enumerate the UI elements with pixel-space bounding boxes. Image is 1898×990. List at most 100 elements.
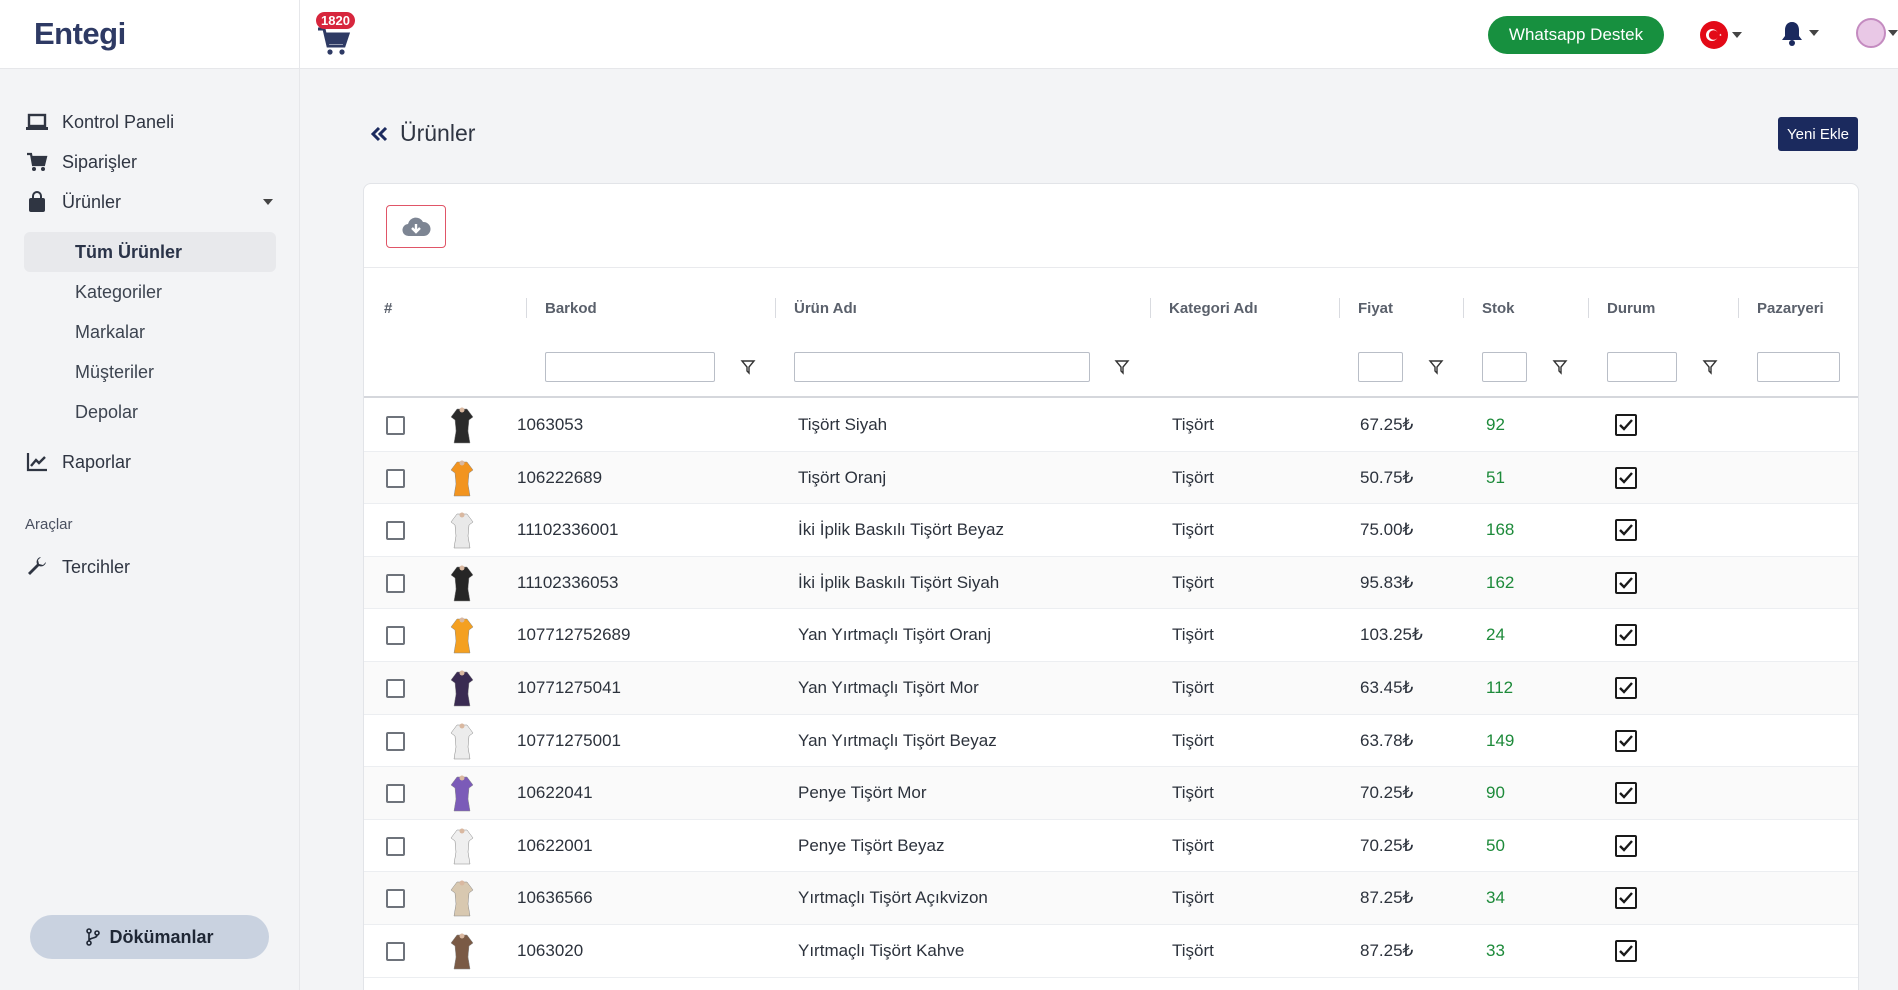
table-row[interactable]: 10636566 Yırtmaçlı Tişört Açıkvizon Tişö… <box>364 872 1858 925</box>
filter-icon[interactable] <box>1702 359 1718 375</box>
sidebar-item-brands[interactable]: Markalar <box>75 322 145 343</box>
checkmark-icon <box>1619 471 1633 484</box>
double-chevron-left-icon[interactable] <box>370 126 388 142</box>
product-thumbnail[interactable] <box>449 933 475 971</box>
cart-button[interactable]: 1820 <box>316 12 360 56</box>
status-filter-input[interactable] <box>1607 352 1677 382</box>
product-thumbnail[interactable] <box>449 828 475 866</box>
table-row[interactable]: 10622001 Penye Tişört Beyaz Tişört 70.25… <box>364 820 1858 873</box>
table-row[interactable]: 10771275001 Yan Yırtmaçlı Tişört Beyaz T… <box>364 715 1858 768</box>
stock-cell: 162 <box>1486 572 1515 592</box>
column-header-product-name[interactable]: Ürün Adı <box>794 300 857 317</box>
status-checkbox-checked[interactable] <box>1615 466 1637 489</box>
barcode-filter-input[interactable] <box>545 352 715 382</box>
filter-icon[interactable] <box>1428 359 1444 375</box>
table-row[interactable]: 11102336053 İki İplik Baskılı Tişört Siy… <box>364 556 1858 610</box>
product-name-cell[interactable]: Yan Yırtmaçlı Tişört Oranj <box>798 625 991 645</box>
product-thumbnail[interactable] <box>449 670 475 708</box>
product-name-cell[interactable]: İki İplik Baskılı Tişört Siyah <box>798 573 999 593</box>
row-select-checkbox[interactable] <box>386 573 405 593</box>
row-select-checkbox[interactable] <box>386 731 405 751</box>
table-row[interactable]: 1063020 Yırtmaçlı Tişört Kahve Tişört 87… <box>364 925 1858 978</box>
row-select-checkbox[interactable] <box>386 678 405 698</box>
column-header-barcode[interactable]: Barkod <box>545 300 597 317</box>
row-select-checkbox[interactable] <box>386 626 405 646</box>
table-row[interactable]: 10771275041 Yan Yırtmaçlı Tişört Mor Tiş… <box>364 661 1858 715</box>
column-header-status[interactable]: Durum <box>1607 300 1655 317</box>
column-header-category[interactable]: Kategori Adı <box>1169 300 1258 317</box>
chevron-down-icon[interactable] <box>263 199 273 205</box>
sidebar-item-all-products[interactable]: Tüm Ürünler <box>75 242 182 263</box>
barcode-cell: 10636566 <box>517 888 593 908</box>
product-name-cell[interactable]: Tişört Oranj <box>798 468 886 488</box>
product-thumbnail[interactable] <box>449 460 475 498</box>
column-header-stock[interactable]: Stok <box>1482 300 1515 317</box>
whatsapp-support-button[interactable]: Whatsapp Destek <box>1488 16 1664 54</box>
table-row[interactable]: 11102336001 İki İplik Baskılı Tişört Bey… <box>364 504 1858 557</box>
sidebar-item-products[interactable]: Ürünler <box>26 191 121 213</box>
column-header-price[interactable]: Fiyat <box>1358 300 1393 317</box>
row-select-checkbox[interactable] <box>386 784 405 804</box>
product-name-cell[interactable]: Yan Yırtmaçlı Tişört Mor <box>798 678 979 698</box>
product-name-cell[interactable]: Yan Yırtmaçlı Tişört Beyaz <box>798 731 997 751</box>
row-select-checkbox[interactable] <box>386 836 405 856</box>
add-new-button[interactable]: Yeni Ekle <box>1778 117 1858 151</box>
category-cell: Tişört <box>1172 940 1214 960</box>
table-row[interactable]: 106222689 Tişört Oranj Tişört 50.75₺ 51 <box>364 451 1858 505</box>
product-thumbnail[interactable] <box>449 565 475 603</box>
product-thumbnail[interactable] <box>449 723 475 761</box>
notifications-button[interactable] <box>1780 20 1819 46</box>
marketplace-filter-input[interactable] <box>1757 352 1840 382</box>
product-thumbnail[interactable] <box>449 617 475 655</box>
sidebar-item-reports[interactable]: Raporlar <box>26 451 131 473</box>
sidebar-item-dashboard[interactable]: Kontrol Paneli <box>26 111 174 133</box>
filter-icon[interactable] <box>1114 359 1130 375</box>
sidebar-item-customers[interactable]: Müşteriler <box>75 362 154 383</box>
price-filter-input[interactable] <box>1358 352 1403 382</box>
status-checkbox-checked[interactable] <box>1615 782 1637 805</box>
row-select-checkbox[interactable] <box>386 468 405 488</box>
row-select-checkbox[interactable] <box>386 416 405 435</box>
product-name-cell[interactable]: Penye Tişört Beyaz <box>798 836 944 856</box>
row-select-checkbox[interactable] <box>386 941 405 961</box>
sidebar-item-preferences[interactable]: Tercihler <box>26 556 130 578</box>
product-name-cell[interactable]: Yırtmaçlı Tişört Kahve <box>798 941 964 961</box>
logo[interactable]: Entegi <box>34 16 126 52</box>
status-checkbox-checked[interactable] <box>1615 887 1637 910</box>
filter-icon[interactable] <box>740 359 756 375</box>
row-select-checkbox[interactable] <box>386 521 405 541</box>
product-name-cell[interactable]: Penye Tişört Mor <box>798 783 927 803</box>
table-row[interactable]: 10622041 Penye Tişört Mor Tişört 70.25₺ … <box>364 767 1858 820</box>
table-row[interactable]: 1063053 Tişört Siyah Tişört 67.25₺ 92 <box>364 399 1858 452</box>
status-checkbox-checked[interactable] <box>1615 519 1637 542</box>
column-header-marketplace[interactable]: Pazaryeri <box>1757 300 1824 317</box>
sidebar-item-warehouses[interactable]: Depolar <box>75 402 138 423</box>
product-name-cell[interactable]: İki İplik Baskılı Tişört Beyaz <box>798 520 1004 540</box>
status-checkbox-checked[interactable] <box>1615 834 1637 857</box>
language-selector[interactable] <box>1700 20 1748 50</box>
user-menu[interactable] <box>1856 18 1898 48</box>
sidebar-item-categories[interactable]: Kategoriler <box>75 282 162 303</box>
product-thumbnail[interactable] <box>449 775 475 813</box>
status-checkbox-checked[interactable] <box>1615 624 1637 647</box>
documents-button[interactable]: Dökümanlar <box>30 915 269 959</box>
stock-filter-input[interactable] <box>1482 352 1527 382</box>
product-thumbnail[interactable] <box>449 880 475 918</box>
status-checkbox-checked[interactable] <box>1615 571 1637 594</box>
table-row[interactable]: 107712752689 Yan Yırtmaçlı Tişört Oranj … <box>364 609 1858 662</box>
row-select-checkbox[interactable] <box>386 889 405 909</box>
table-header: # Barkod Ürün Adı Kategori Adı Fiyat Sto… <box>364 268 1858 338</box>
status-checkbox-checked[interactable] <box>1615 676 1637 699</box>
status-checkbox-checked[interactable] <box>1615 414 1637 436</box>
product-name-cell[interactable]: Yırtmaçlı Tişört Açıkvizon <box>798 888 988 908</box>
status-checkbox-checked[interactable] <box>1615 939 1637 962</box>
bell-icon <box>1782 22 1802 46</box>
product-name-filter-input[interactable] <box>794 352 1090 382</box>
sidebar-item-orders[interactable]: Siparişler <box>26 151 137 173</box>
product-name-cell[interactable]: Tişört Siyah <box>798 415 887 435</box>
export-button[interactable] <box>386 205 446 248</box>
product-thumbnail[interactable] <box>449 407 475 445</box>
filter-icon[interactable] <box>1552 359 1568 375</box>
status-checkbox-checked[interactable] <box>1615 729 1637 752</box>
product-thumbnail[interactable] <box>449 512 475 550</box>
